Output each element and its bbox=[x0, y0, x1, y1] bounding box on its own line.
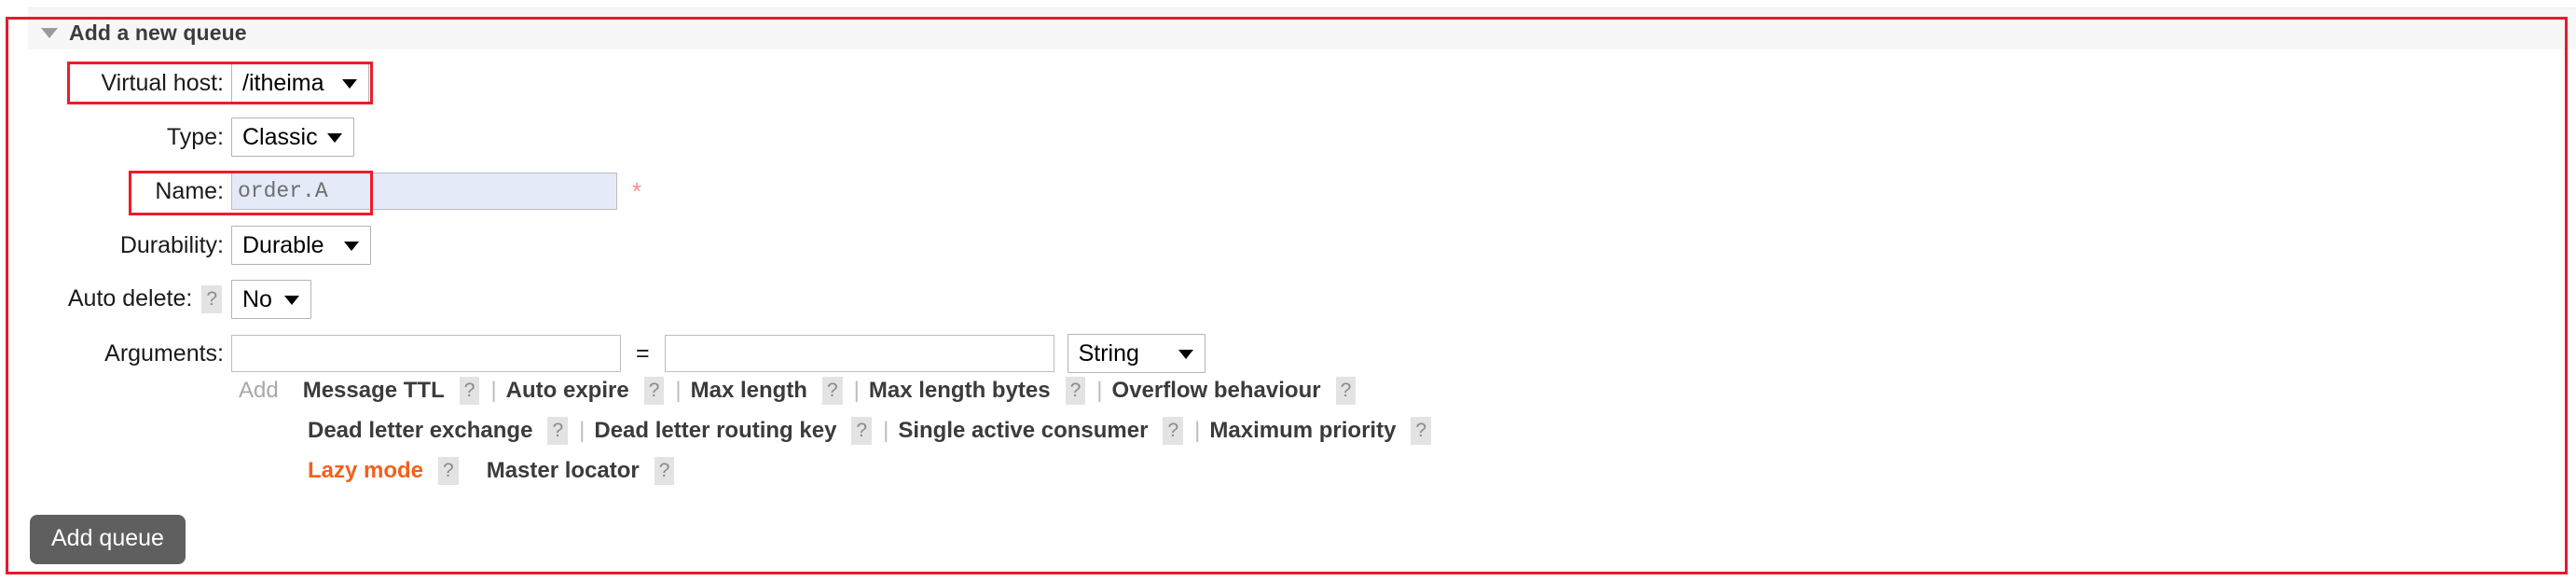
form-row-arguments: Arguments: = String bbox=[0, 326, 2576, 380]
argument-link-lazy-mode[interactable]: Lazy mode bbox=[308, 458, 423, 484]
type-select[interactable]: Classic bbox=[231, 118, 354, 157]
argument-link-single-active-consumer[interactable]: Single active consumer bbox=[898, 418, 1148, 444]
auto-delete-label-text: Auto delete: bbox=[67, 284, 193, 311]
auto-delete-field: No bbox=[231, 280, 311, 319]
form-row-durability: Durability: Durable bbox=[0, 218, 2576, 272]
virtual-host-label: Virtual host: bbox=[101, 69, 224, 96]
form-row-type: Type: Classic bbox=[0, 110, 2576, 164]
auto-expire-help-icon[interactable]: ? bbox=[643, 377, 665, 405]
dead-letter-exchange-help-icon[interactable]: ? bbox=[547, 417, 569, 445]
chevron-down-icon bbox=[342, 79, 357, 89]
argument-link-auto-expire[interactable]: Auto expire bbox=[506, 378, 629, 404]
arguments-label: Arguments: bbox=[104, 339, 224, 367]
lazy-mode-help-icon[interactable]: ? bbox=[438, 457, 459, 485]
argument-preset-row: Lazy mode? Master locator? bbox=[239, 457, 2476, 497]
add-argument-link[interactable]: Add bbox=[239, 378, 279, 404]
section-header-band bbox=[28, 7, 2576, 49]
argument-link-message-ttl[interactable]: Message TTL bbox=[303, 378, 445, 404]
argument-preset-row: Add Message TTL? | Auto expire? | Max length… bbox=[239, 377, 2476, 417]
single-active-consumer-help-icon[interactable]: ? bbox=[1163, 417, 1184, 445]
form-row-auto-delete: Auto delete:? No bbox=[0, 272, 2576, 326]
argument-link-max-length-bytes[interactable]: Max length bytes bbox=[869, 378, 1051, 404]
virtual-host-field: /itheima bbox=[231, 63, 369, 103]
durability-value: Durable bbox=[242, 231, 324, 258]
virtual-host-select[interactable]: /itheima bbox=[231, 63, 369, 103]
master-locator-help-icon[interactable]: ? bbox=[654, 457, 675, 485]
max-length-help-icon[interactable]: ? bbox=[821, 377, 843, 405]
argument-link-maximum-priority[interactable]: Maximum priority bbox=[1209, 418, 1396, 444]
virtual-host-value: /itheima bbox=[242, 69, 324, 96]
chevron-down-icon bbox=[344, 242, 359, 251]
argument-preset-row: Dead letter exchange? | Dead letter routin… bbox=[239, 417, 2476, 457]
argument-link-overflow-behaviour[interactable]: Overflow behaviour bbox=[1112, 378, 1321, 404]
arguments-equals-sign: = bbox=[636, 339, 650, 367]
chevron-down-icon bbox=[284, 296, 299, 305]
arguments-field: = String bbox=[231, 334, 1205, 373]
auto-delete-select[interactable]: No bbox=[231, 280, 311, 319]
section-header[interactable]: Add a new queue bbox=[41, 17, 247, 48]
queue-name-input[interactable] bbox=[231, 173, 617, 210]
link-separator: | bbox=[579, 418, 585, 443]
link-separator: | bbox=[1194, 418, 1201, 443]
argument-key-input[interactable] bbox=[231, 335, 621, 372]
maximum-priority-help-icon[interactable]: ? bbox=[1411, 417, 1432, 445]
link-separator: | bbox=[1096, 378, 1103, 403]
argument-link-dead-letter-routing-key[interactable]: Dead letter routing key bbox=[594, 418, 836, 444]
durability-select[interactable]: Durable bbox=[231, 226, 371, 265]
dead-letter-routing-key-help-icon[interactable]: ? bbox=[851, 417, 873, 445]
required-asterisk: * bbox=[632, 177, 642, 205]
argument-value-input[interactable] bbox=[664, 335, 1054, 372]
link-separator: | bbox=[853, 378, 860, 403]
argument-preset-links: Add Message TTL? | Auto expire? | Max length… bbox=[239, 377, 2476, 497]
overflow-behaviour-help-icon[interactable]: ? bbox=[1335, 377, 1357, 405]
page-title: Add a new queue bbox=[69, 20, 247, 45]
type-label: Type: bbox=[166, 123, 224, 150]
message-ttl-help-icon[interactable]: ? bbox=[459, 377, 480, 405]
name-field: * bbox=[231, 173, 641, 210]
argument-type-select[interactable]: String bbox=[1067, 334, 1205, 373]
link-separator: | bbox=[675, 378, 682, 403]
argument-link-master-locator[interactable]: Master locator bbox=[487, 458, 640, 484]
chevron-down-icon bbox=[327, 133, 342, 143]
form-row-name: Name: * bbox=[0, 164, 2576, 218]
type-value: Classic bbox=[242, 123, 318, 150]
add-queue-panel: Add a new queue Virtual host: /itheima T… bbox=[0, 0, 2576, 581]
argument-link-dead-letter-exchange[interactable]: Dead letter exchange bbox=[308, 418, 532, 444]
chevron-down-icon bbox=[1178, 350, 1193, 359]
add-queue-form: Virtual host: /itheima Type: Classic Nam… bbox=[0, 56, 2576, 380]
name-label: Name: bbox=[155, 177, 224, 204]
link-separator: | bbox=[883, 418, 889, 443]
type-field: Classic bbox=[231, 118, 354, 157]
durability-field: Durable bbox=[231, 226, 371, 265]
argument-link-max-length[interactable]: Max length bbox=[691, 378, 807, 404]
auto-delete-label: Auto delete:? bbox=[0, 284, 231, 314]
add-queue-button[interactable]: Add queue bbox=[30, 515, 186, 564]
argument-type-value: String bbox=[1078, 339, 1139, 367]
auto-delete-value: No bbox=[242, 285, 272, 312]
max-length-bytes-help-icon[interactable]: ? bbox=[1065, 377, 1086, 405]
auto-delete-help-icon[interactable]: ? bbox=[201, 285, 222, 314]
link-separator: | bbox=[490, 378, 497, 403]
form-row-virtual-host: Virtual host: /itheima bbox=[0, 56, 2576, 110]
triangle-down-icon[interactable] bbox=[41, 27, 58, 38]
durability-label: Durability: bbox=[119, 231, 224, 258]
